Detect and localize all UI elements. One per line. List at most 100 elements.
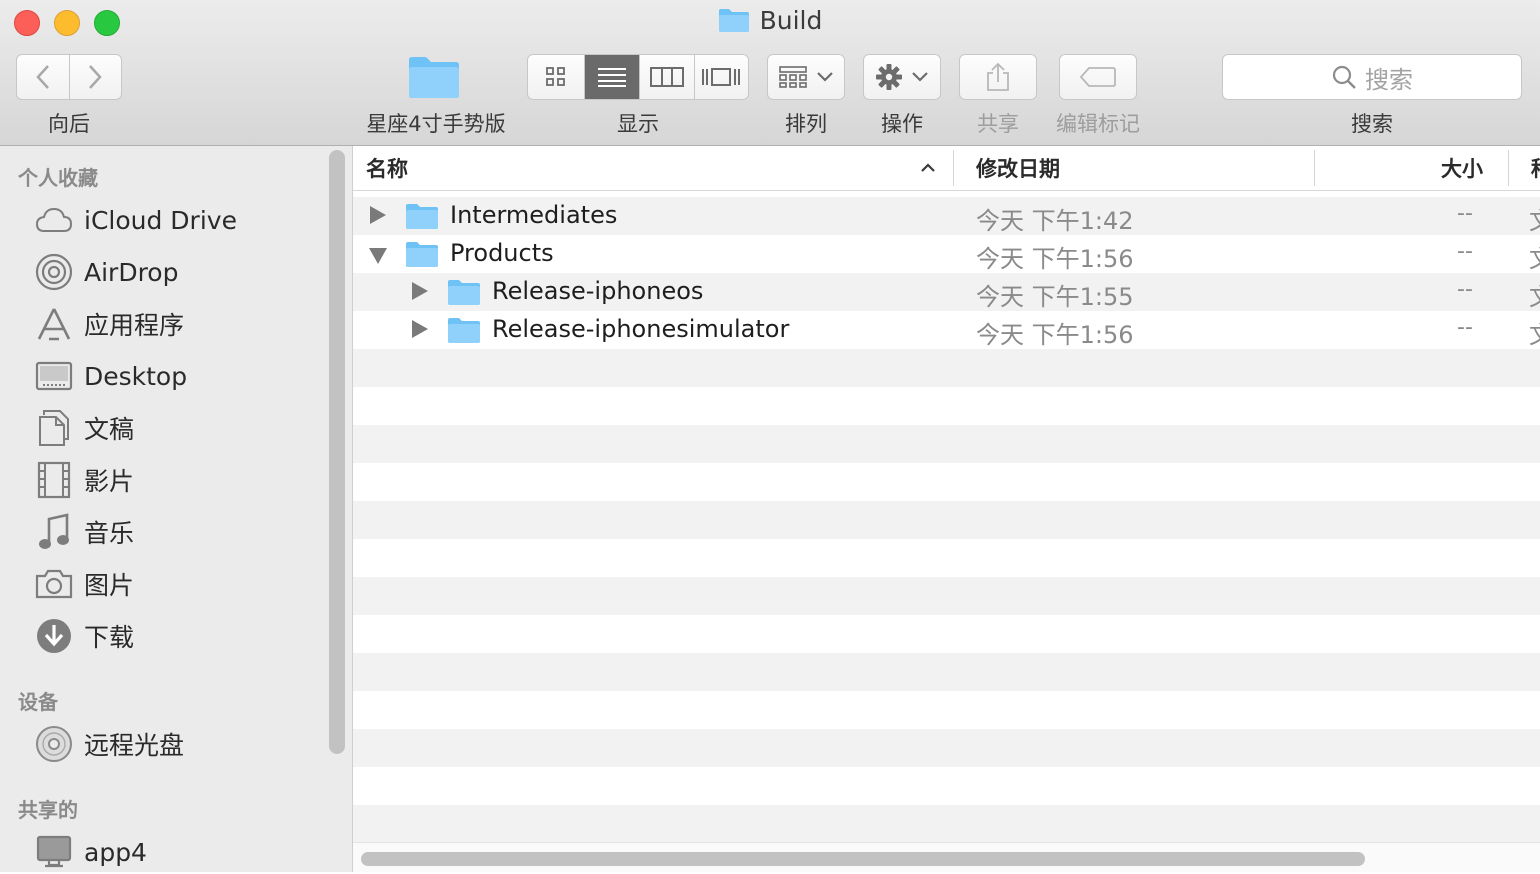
grid-icon: [546, 67, 566, 86]
sidebar-item-downloads[interactable]: 下载: [34, 614, 324, 658]
sidebar-item-label: iCloud Drive: [84, 205, 237, 235]
column-size[interactable]: 大小: [1323, 146, 1483, 190]
horizontal-scrollbar[interactable]: [361, 852, 1365, 866]
sidebar-item-documents[interactable]: 文稿: [34, 406, 324, 450]
empty-row: [353, 653, 1540, 691]
disclosure-triangle-icon[interactable]: [370, 206, 386, 224]
sidebar-item-applications[interactable]: 应用程序: [34, 302, 324, 346]
file-name: Release-iphoneos: [492, 277, 704, 305]
back-button[interactable]: [17, 55, 70, 99]
column-view-button[interactable]: [640, 55, 695, 99]
forward-button[interactable]: [70, 55, 121, 99]
empty-row: [353, 805, 1540, 843]
sidebar-scrollbar[interactable]: [329, 150, 345, 754]
table-row[interactable]: Intermediates 今天 下午1:42 -- 文: [353, 197, 1540, 235]
sidebar-item-label: app4: [84, 837, 147, 867]
sidebar-item-label: 影片: [84, 467, 135, 496]
file-kind: 文: [1529, 201, 1540, 236]
empty-row: [353, 463, 1540, 501]
empty-row: [353, 539, 1540, 577]
cloud-icon: [34, 200, 74, 240]
sidebar-item-icloud-drive[interactable]: iCloud Drive: [34, 198, 324, 242]
file-date: 今天 下午1:42: [976, 207, 1134, 235]
sidebar: 个人收藏 iCloud Drive AirDrop 应用程序 Desktop 文…: [0, 146, 353, 872]
shared-header: 共享的: [18, 798, 78, 822]
back-forward-group: [16, 54, 122, 100]
file-list: 名称 修改日期 大小 种 Intermediates 今天 下午1:42 -- …: [353, 146, 1540, 872]
download-icon: [34, 616, 74, 656]
table-row[interactable]: Release-iphoneos 今天 下午1:55 -- 文: [353, 273, 1540, 311]
sidebar-item-airdrop[interactable]: AirDrop: [34, 250, 324, 294]
table-row[interactable]: Release-iphonesimulator 今天 下午1:56 -- 文: [353, 311, 1540, 349]
desktop-icon: [34, 356, 74, 396]
column-divider[interactable]: [1314, 150, 1315, 186]
sidebar-item-label: 图片: [84, 571, 135, 600]
column-kind[interactable]: 种: [1531, 146, 1540, 190]
column-date[interactable]: 修改日期: [976, 146, 1306, 190]
empty-row: [353, 387, 1540, 425]
list-view-button[interactable]: [585, 55, 641, 99]
chevron-right-icon: [89, 65, 103, 89]
action-button[interactable]: [863, 54, 941, 100]
arrange-label: 排列: [785, 112, 827, 136]
movies-icon: [34, 460, 74, 500]
sidebar-item-music[interactable]: 音乐: [34, 510, 324, 554]
columns-icon: [650, 67, 685, 87]
sidebar-item-pictures[interactable]: 图片: [34, 562, 324, 606]
favorites-header: 个人收藏: [18, 166, 98, 190]
arrange-button[interactable]: [767, 54, 845, 100]
file-kind: 文: [1529, 239, 1540, 274]
documents-icon: [34, 408, 74, 448]
sidebar-item-label: 音乐: [84, 519, 135, 548]
share-label: 共享: [977, 112, 1019, 136]
chevron-down-icon: [817, 72, 833, 82]
back-label: 向后: [48, 112, 90, 136]
edit-tags-button[interactable]: [1059, 54, 1137, 100]
column-size-label: 大小: [1441, 157, 1483, 181]
icon-view-button[interactable]: [528, 55, 586, 99]
empty-row: [353, 729, 1540, 767]
airdrop-icon: [34, 252, 74, 292]
file-name: Products: [450, 239, 554, 267]
folder-icon: [448, 280, 480, 305]
empty-row: [353, 349, 1540, 387]
disclosure-triangle-icon[interactable]: [412, 282, 428, 300]
column-name[interactable]: 名称: [366, 146, 946, 190]
column-divider[interactable]: [1508, 150, 1509, 186]
applications-icon: [34, 304, 74, 344]
gallery-icon: [702, 68, 741, 86]
sidebar-item-movies[interactable]: 影片: [34, 458, 324, 502]
path-button[interactable]: [406, 54, 466, 100]
search-placeholder: 搜索: [1365, 65, 1413, 94]
empty-row: [353, 615, 1540, 653]
folder-icon: [406, 204, 438, 229]
empty-row: [353, 691, 1540, 729]
file-kind: 文: [1529, 277, 1540, 312]
disclosure-triangle-icon[interactable]: [412, 320, 428, 338]
table-row[interactable]: Products 今天 下午1:56 -- 文: [353, 235, 1540, 273]
list-icon: [598, 68, 627, 87]
toolbar: Build 向后 星座4寸手势版 显示 排列 操作 共享 编辑标记 搜索 搜索: [0, 0, 1540, 146]
sidebar-item-remote-disc[interactable]: 远程光盘: [34, 722, 324, 766]
gear-icon: [876, 64, 902, 90]
music-icon: [34, 512, 74, 552]
file-kind: 文: [1529, 315, 1540, 350]
search-icon: [1332, 65, 1356, 89]
sidebar-item-label: 下载: [84, 623, 135, 652]
sidebar-item-app4[interactable]: app4: [34, 830, 324, 874]
gallery-view-button[interactable]: [695, 55, 748, 99]
share-button[interactable]: [959, 54, 1037, 100]
file-date: 今天 下午1:56: [976, 245, 1134, 273]
empty-row: [353, 501, 1540, 539]
column-kind-label: 种: [1531, 153, 1540, 183]
empty-row: [353, 767, 1540, 805]
computer-icon: [34, 832, 74, 872]
edit-tags-label: 编辑标记: [1056, 112, 1140, 136]
file-size: --: [1457, 277, 1473, 302]
view-label: 显示: [617, 112, 659, 136]
chevron-down-icon: [912, 72, 928, 82]
disclosure-triangle-icon[interactable]: [369, 248, 387, 264]
search-field[interactable]: 搜索: [1222, 54, 1522, 100]
sidebar-item-desktop[interactable]: Desktop: [34, 354, 324, 398]
column-divider[interactable]: [953, 150, 954, 186]
